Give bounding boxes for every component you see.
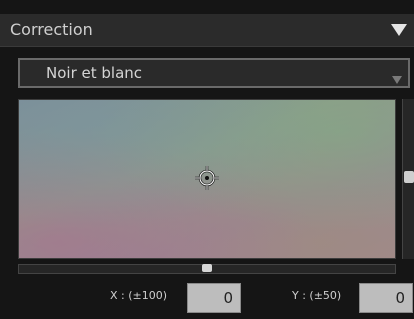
panel-title: Correction: [10, 20, 93, 39]
y-value-input[interactable]: 0: [359, 283, 413, 313]
y-field-label: Y : (±50): [292, 289, 342, 302]
y-slider-thumb[interactable]: [404, 171, 414, 183]
mode-dropdown-value: Noir et blanc: [46, 64, 143, 82]
x-value-input[interactable]: 0: [187, 283, 241, 313]
correction-panel: Correction Noir et blanc X: (±100) 0 Y …: [0, 0, 414, 319]
x-field-label: X : (±100): [110, 289, 168, 302]
mode-dropdown[interactable]: Noir et blanc: [18, 58, 410, 88]
triangle-down-icon: [391, 24, 407, 36]
color-correction-pad[interactable]: [18, 99, 396, 259]
dropdown-arrow-icon: [392, 69, 402, 88]
collapse-toggle-button[interactable]: [384, 14, 414, 46]
x-slider-thumb[interactable]: [202, 264, 212, 272]
panel-header[interactable]: Correction: [0, 14, 414, 47]
crosshair-target-icon[interactable]: [195, 166, 219, 190]
